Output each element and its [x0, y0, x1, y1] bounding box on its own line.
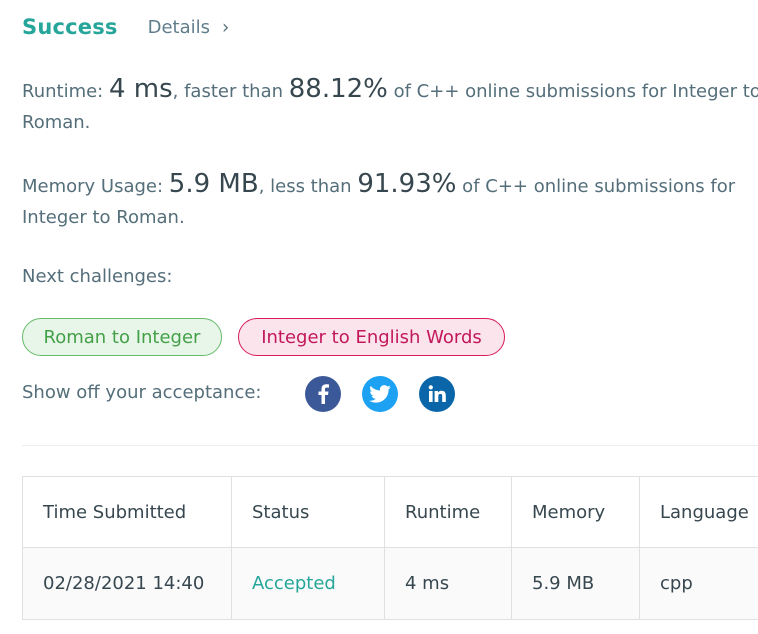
- twitter-icon[interactable]: [362, 376, 398, 412]
- cell-status-accepted[interactable]: Accepted: [231, 547, 385, 620]
- runtime-stat: Runtime: 4 ms, faster than 88.12% of C++…: [22, 74, 758, 138]
- runtime-percent: 88.12%: [288, 74, 388, 104]
- cell-language: cpp: [639, 547, 758, 620]
- result-header: Success Details ›: [22, 12, 229, 42]
- memory-stat: Memory Usage: 5.9 MB, less than 91.93% o…: [22, 169, 758, 233]
- cell-runtime: 4 ms: [384, 547, 512, 620]
- chevron-right-icon: ›: [222, 15, 230, 39]
- challenge-chip-integer-to-english-words[interactable]: Integer to English Words: [238, 318, 505, 356]
- column-header-runtime[interactable]: Runtime: [384, 476, 512, 548]
- submission-result-page: Success Details › Runtime: 4 ms, faster …: [0, 0, 758, 634]
- details-link[interactable]: Details ›: [147, 15, 230, 39]
- memory-percent: 91.93%: [357, 169, 457, 199]
- section-divider: [22, 445, 758, 446]
- runtime-value: 4 ms: [108, 74, 173, 104]
- cell-time-submitted: 02/28/2021 14:40: [22, 547, 232, 620]
- submission-table: Time Submitted Status Runtime Memory Lan…: [22, 476, 758, 620]
- next-challenges-label: Next challenges:: [22, 266, 173, 287]
- details-label: Details: [147, 16, 211, 38]
- column-header-language[interactable]: Language: [639, 476, 758, 548]
- memory-prefix: Memory Usage:: [22, 176, 169, 197]
- memory-value: 5.9 MB: [168, 169, 259, 199]
- facebook-icon[interactable]: [305, 376, 341, 412]
- table-header-row: Time Submitted Status Runtime Memory Lan…: [22, 476, 758, 548]
- column-header-status[interactable]: Status: [231, 476, 385, 548]
- status-title: Success: [22, 15, 118, 39]
- runtime-prefix: Runtime:: [22, 81, 109, 102]
- share-label: Show off your acceptance:: [22, 382, 262, 403]
- linkedin-icon[interactable]: [419, 376, 455, 412]
- column-header-memory[interactable]: Memory: [511, 476, 640, 548]
- table-row: 02/28/2021 14:40 Accepted 4 ms 5.9 MB cp…: [22, 547, 758, 620]
- column-header-time-submitted[interactable]: Time Submitted: [22, 476, 232, 548]
- cell-memory: 5.9 MB: [511, 547, 640, 620]
- challenge-chip-roman-to-integer[interactable]: Roman to Integer: [22, 318, 222, 356]
- runtime-middle: , faster than: [172, 81, 289, 102]
- memory-middle: , less than: [258, 176, 358, 197]
